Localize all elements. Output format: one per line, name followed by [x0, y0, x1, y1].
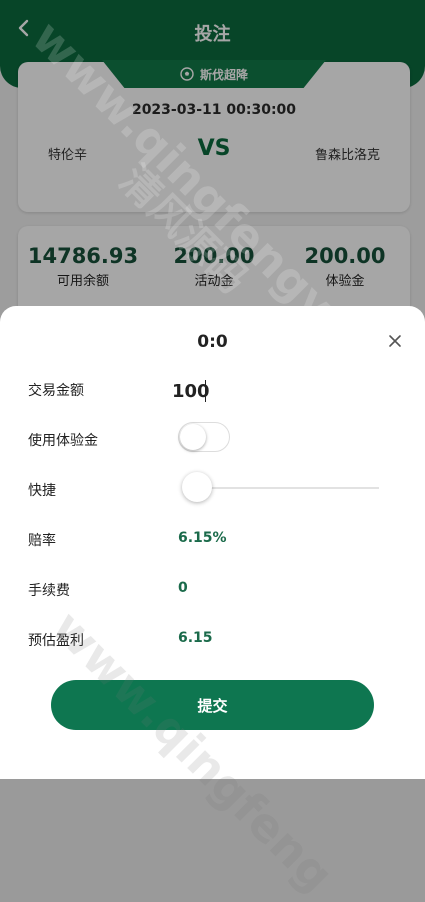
odds-label: 赔率 [28, 533, 56, 549]
profit-label: 预估盈利 [28, 633, 84, 649]
bet-score-title: 0:0 [197, 332, 228, 352]
quick-slider-handle[interactable] [182, 472, 212, 502]
quick-slider-track[interactable] [196, 487, 379, 489]
fee-value: 0 [178, 580, 188, 596]
use-trial-toggle[interactable] [178, 422, 230, 452]
profit-value: 6.15 [178, 630, 213, 646]
quick-label: 快捷 [28, 483, 56, 499]
toggle-knob [180, 424, 206, 450]
use-trial-label: 使用体验金 [28, 433, 98, 449]
fee-label: 手续费 [28, 583, 70, 599]
amount-input[interactable] [172, 378, 352, 404]
close-icon[interactable] [386, 332, 404, 350]
text-caret [205, 380, 206, 402]
amount-label: 交易金额 [28, 383, 84, 399]
bet-sheet: 0:0 交易金额 使用体验金 快捷 赔率 6.15% 手续费 0 预估盈利 6.… [0, 306, 425, 779]
submit-button[interactable]: 提交 [51, 680, 374, 730]
odds-value: 6.15% [178, 530, 227, 546]
